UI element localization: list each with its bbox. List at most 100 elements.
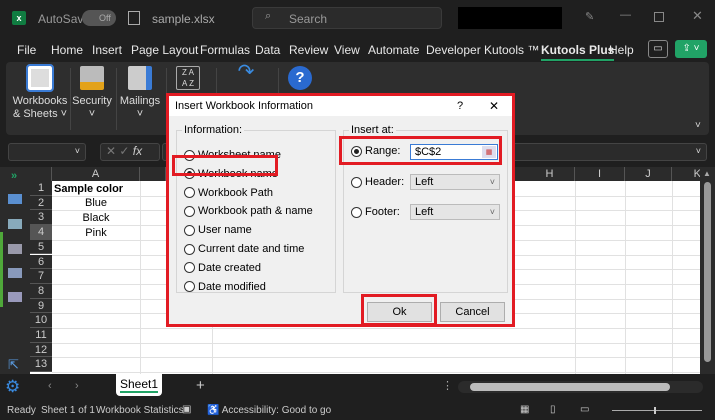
security-label: Security	[72, 95, 112, 107]
option-date-created[interactable]: Date created	[184, 262, 261, 274]
column-header-a[interactable]: A	[52, 167, 140, 181]
row-header[interactable]: 10	[30, 313, 52, 328]
radio-icon	[184, 281, 195, 293]
cell-a2[interactable]: Blue	[52, 196, 140, 211]
search-box[interactable]: ⌕ Search	[252, 7, 442, 29]
tab-data[interactable]: Data	[255, 43, 280, 57]
scroll-up-icon[interactable]: ▲	[703, 169, 711, 178]
header-radio[interactable]: Header:	[351, 176, 404, 188]
tab-split-handle[interactable]: ⋮	[442, 379, 453, 392]
option-user-name[interactable]: User name	[184, 224, 252, 236]
next-sheet-button[interactable]: ›	[75, 380, 79, 392]
settings-gear-icon[interactable]: ⚙	[5, 377, 20, 397]
open-in-new-icon[interactable]: ⇱	[8, 357, 19, 373]
dialog-close-button[interactable]: ✕	[489, 96, 499, 116]
cell-a3[interactable]: Black	[52, 211, 140, 226]
option-date-modified[interactable]: Date modified	[184, 281, 266, 293]
workbooks-sheets-button[interactable]: Workbooks & Sheets ˅	[12, 64, 68, 121]
row-header[interactable]: 3	[30, 210, 52, 226]
status-sheet-count: Sheet 1 of 1	[41, 405, 95, 416]
row-header[interactable]: 5	[30, 239, 52, 255]
tab-help[interactable]: Help	[609, 43, 634, 57]
sort-button[interactable]: Z AA Z	[176, 66, 200, 95]
page-layout-view-icon[interactable]: ▯	[550, 404, 556, 415]
horizontal-scroll-thumb[interactable]	[470, 383, 670, 391]
add-sheet-button[interactable]: +	[196, 377, 205, 394]
tab-page-layout[interactable]: Page Layout	[131, 43, 198, 57]
prev-sheet-button[interactable]: ‹	[48, 380, 52, 392]
pane-resize-handle[interactable]	[0, 232, 3, 307]
row-header[interactable]: 8	[30, 283, 52, 299]
workbook-statistics[interactable]: Workbook Statistics	[96, 405, 184, 416]
tab-home[interactable]: Home	[51, 43, 83, 57]
expand-icon[interactable]: »	[11, 170, 17, 182]
row-header[interactable]: 2	[30, 195, 52, 211]
column-header-k[interactable]: K	[672, 167, 700, 181]
filename[interactable]: sample.xlsx	[152, 12, 215, 26]
tab-developer[interactable]: Developer	[426, 43, 481, 57]
tab-formulas[interactable]: Formulas	[200, 43, 250, 57]
row-header[interactable]: 1	[30, 181, 52, 196]
autotext-icon[interactable]	[8, 219, 22, 229]
name-manager-icon[interactable]	[8, 244, 22, 254]
dialog-title-bar: Insert Workbook Information ? ✕	[169, 96, 512, 116]
redo-button[interactable]: ↷	[234, 62, 258, 95]
column-header-h[interactable]: H	[525, 167, 575, 181]
tab-insert[interactable]: Insert	[92, 43, 122, 57]
row-header[interactable]: 9	[30, 298, 52, 314]
column-header-i[interactable]: I	[575, 167, 625, 181]
tab-view[interactable]: View	[334, 43, 360, 57]
select-all-button[interactable]	[30, 167, 52, 181]
column-header-j[interactable]: J	[625, 167, 672, 181]
share-button[interactable]: ⇪ ˅	[675, 40, 707, 58]
page-break-view-icon[interactable]: ▭	[580, 404, 589, 415]
fx-icon[interactable]: fx	[133, 144, 142, 158]
radio-icon	[184, 224, 195, 236]
horizontal-scrollbar[interactable]	[458, 381, 703, 393]
tab-file[interactable]: File	[17, 43, 36, 57]
row-header[interactable]: 6	[30, 254, 52, 270]
row-header[interactable]: 11	[30, 328, 52, 343]
cell-a4[interactable]: Pink	[52, 226, 140, 241]
column-header[interactable]	[140, 167, 166, 181]
column-list-icon[interactable]	[8, 268, 22, 278]
macro-icon[interactable]: ▣	[182, 404, 191, 415]
close-window-button[interactable]: ✕	[692, 8, 703, 24]
maximize-button[interactable]	[654, 12, 664, 22]
footer-dropdown[interactable]: Left ˅	[410, 204, 500, 220]
pen-icon[interactable]: ✎	[585, 10, 594, 23]
autosave-toggle[interactable]: Off	[82, 10, 116, 26]
zoom-slider[interactable]	[612, 407, 702, 414]
sheet-tab-sheet1[interactable]: Sheet1	[116, 374, 162, 396]
option-workbook-path-name[interactable]: Workbook path & name	[184, 205, 313, 217]
footer-radio[interactable]: Footer:	[351, 206, 400, 218]
minimize-button[interactable]: —	[620, 9, 631, 21]
option-workbook-path[interactable]: Workbook Path	[184, 187, 273, 199]
row-header[interactable]: 7	[30, 269, 52, 284]
tab-kutools-plus[interactable]: Kutools Plus	[541, 43, 615, 61]
tab-review[interactable]: Review	[289, 43, 328, 57]
name-box[interactable]: ˅	[8, 143, 86, 161]
ribbon-collapse-icon[interactable]: ˅	[695, 120, 701, 131]
cell-a1[interactable]: Sample color	[54, 182, 123, 197]
mailings-button[interactable]: Mailings ˅	[118, 66, 162, 121]
header-dropdown[interactable]: Left ˅	[410, 174, 500, 190]
workbook-sheet-icon[interactable]	[8, 194, 22, 204]
security-button[interactable]: Security ˅	[72, 66, 112, 121]
scroll-thumb[interactable]	[704, 182, 711, 362]
cancel-button[interactable]: Cancel	[440, 302, 505, 322]
dialog-help-button[interactable]: ?	[457, 96, 463, 116]
normal-view-icon[interactable]: ▦	[520, 404, 529, 415]
save-icon[interactable]	[128, 11, 140, 25]
row-header[interactable]: 13	[30, 357, 52, 373]
find-replace-icon[interactable]	[8, 292, 22, 302]
help-button[interactable]: ?	[288, 66, 312, 95]
vertical-scrollbar[interactable]: ▲	[700, 167, 715, 374]
accessibility-status[interactable]: ♿ Accessibility: Good to go	[207, 405, 331, 416]
option-current-date-and-time[interactable]: Current date and time	[184, 243, 304, 255]
comments-button[interactable]: ▭	[648, 40, 668, 58]
tab-automate[interactable]: Automate	[368, 43, 419, 57]
row-header[interactable]: 12	[30, 342, 52, 358]
row-header[interactable]: 4	[30, 225, 52, 240]
tab-kutools[interactable]: Kutools ™	[484, 43, 539, 57]
